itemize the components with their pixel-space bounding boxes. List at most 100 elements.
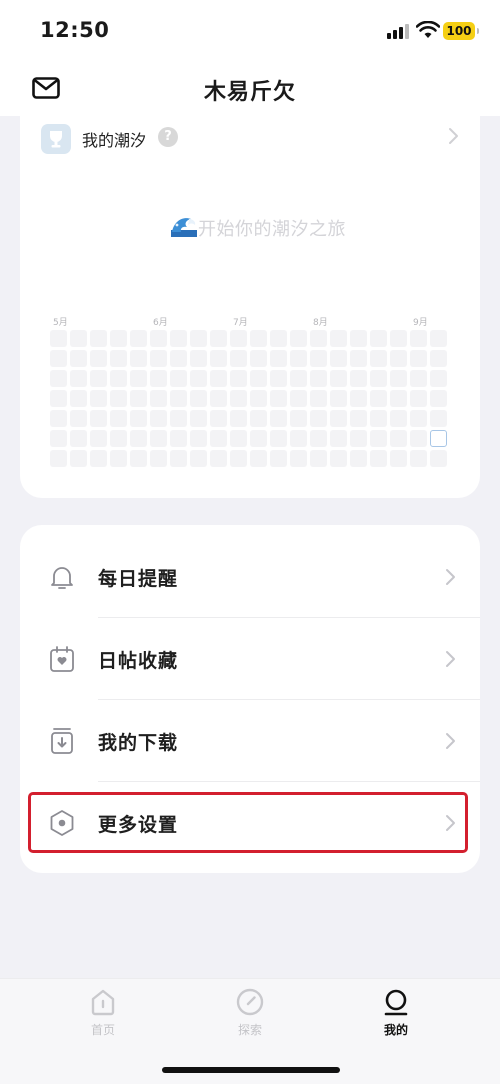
tab-profile[interactable]: 我的: [346, 987, 446, 1047]
wave-icon: [171, 218, 197, 237]
menu-item-favorites[interactable]: 日帖收藏: [20, 618, 480, 700]
calendar-heart-icon: [50, 646, 74, 672]
heatmap-cell: [270, 330, 287, 347]
heatmap-cell: [130, 450, 147, 467]
heatmap-cell: [330, 410, 347, 427]
header: 木易斤欠: [0, 62, 500, 116]
heatmap-cell: [150, 390, 167, 407]
heatmap-cell: [70, 430, 87, 447]
status-bar: 12:50 100: [0, 0, 500, 62]
heatmap-cell: [210, 430, 227, 447]
chevron-right-icon: [446, 569, 455, 585]
heatmap-cell: [230, 370, 247, 387]
heatmap-cell: [370, 450, 387, 467]
heatmap-cell: [370, 370, 387, 387]
heatmap-cell: [390, 330, 407, 347]
heatmap-cell: [170, 390, 187, 407]
heatmap-cell: [410, 350, 427, 367]
heatmap-cell: [390, 410, 407, 427]
heatmap-cell: [130, 330, 147, 347]
heatmap-cell: [50, 330, 67, 347]
heatmap-cell: [290, 390, 307, 407]
heatmap-cell: [230, 330, 247, 347]
heatmap-cell: [430, 370, 447, 387]
heatmap-cell: [190, 430, 207, 447]
heatmap-cell: [230, 430, 247, 447]
heatmap-cell: [310, 430, 327, 447]
tab-explore[interactable]: 探索: [200, 987, 300, 1047]
heatmap-cell: [410, 410, 427, 427]
heatmap-cell: [210, 390, 227, 407]
heatmap-cell: [430, 330, 447, 347]
heatmap-cell: [410, 370, 427, 387]
heatmap-cell: [390, 350, 407, 367]
menu-item-daily-reminder[interactable]: 每日提醒: [20, 536, 480, 618]
heatmap-cell: [70, 410, 87, 427]
heatmap-cell: [70, 330, 87, 347]
heatmap-cell: [270, 450, 287, 467]
empty-tide-message: 开始你的潮汐之旅: [198, 219, 346, 240]
heatmap-cell: [190, 350, 207, 367]
heatmap-cell: [250, 450, 267, 467]
tab-home[interactable]: 首页: [53, 987, 153, 1047]
chevron-right-icon[interactable]: [446, 126, 460, 146]
heatmap-cell: [50, 450, 67, 467]
heatmap-cell: [90, 370, 107, 387]
heatmap-cell: [210, 450, 227, 467]
heatmap-cell: [70, 370, 87, 387]
month-label: 8月: [313, 318, 328, 328]
tide-title[interactable]: 我的潮汐: [82, 127, 146, 151]
heatmap-cell: [310, 350, 327, 367]
heatmap-cell: [90, 390, 107, 407]
help-glyph: ?: [164, 129, 172, 144]
heatmap-cell: [150, 430, 167, 447]
heatmap-cell-today: [430, 430, 447, 447]
heatmap-cell: [50, 430, 67, 447]
heatmap-cell: [430, 450, 447, 467]
profile-icon: [384, 989, 408, 1016]
heatmap-cell: [50, 350, 67, 367]
menu-item-label: 我的下载: [98, 732, 179, 754]
compass-icon: [236, 988, 264, 1016]
heatmap-cell: [250, 370, 267, 387]
heatmap-cell: [250, 410, 267, 427]
heatmap-cell: [230, 390, 247, 407]
heatmap-cell: [110, 450, 127, 467]
heatmap-cell: [150, 330, 167, 347]
heatmap-cell: [150, 450, 167, 467]
heatmap-cell: [310, 330, 327, 347]
heatmap-cell: [390, 450, 407, 467]
heatmap-cell: [250, 350, 267, 367]
heatmap-cell: [70, 450, 87, 467]
heatmap-cell: [350, 370, 367, 387]
heatmap-cell: [430, 350, 447, 367]
heatmap-cell: [270, 370, 287, 387]
heatmap-cell: [90, 350, 107, 367]
heatmap-cell: [330, 370, 347, 387]
month-label: 9月: [413, 318, 428, 328]
heatmap-cell: [110, 430, 127, 447]
heatmap-cell: [310, 410, 327, 427]
trophy-icon: [41, 124, 71, 154]
month-label: 6月: [153, 318, 168, 328]
menu-item-downloads[interactable]: 我的下载: [20, 700, 480, 782]
heatmap-cell: [170, 350, 187, 367]
heatmap-cell: [190, 330, 207, 347]
heatmap-cell: [430, 410, 447, 427]
heatmap-cell: [130, 430, 147, 447]
heatmap-cell: [190, 370, 207, 387]
heatmap-cell: [410, 450, 427, 467]
tab-label: 探索: [237, 1023, 262, 1037]
heatmap-cell: [190, 450, 207, 467]
heatmap-cell: [290, 350, 307, 367]
heatmap-cell: [370, 390, 387, 407]
heatmap-cell: [210, 350, 227, 367]
heatmap-cell: [250, 430, 267, 447]
home-icon: [91, 989, 115, 1016]
help-icon[interactable]: ?: [158, 127, 178, 147]
heatmap-cell: [250, 330, 267, 347]
heatmap-cell: [170, 430, 187, 447]
highlight-box: [28, 792, 468, 853]
menu-item-label: 每日提醒: [98, 568, 179, 590]
heatmap-cell: [210, 410, 227, 427]
